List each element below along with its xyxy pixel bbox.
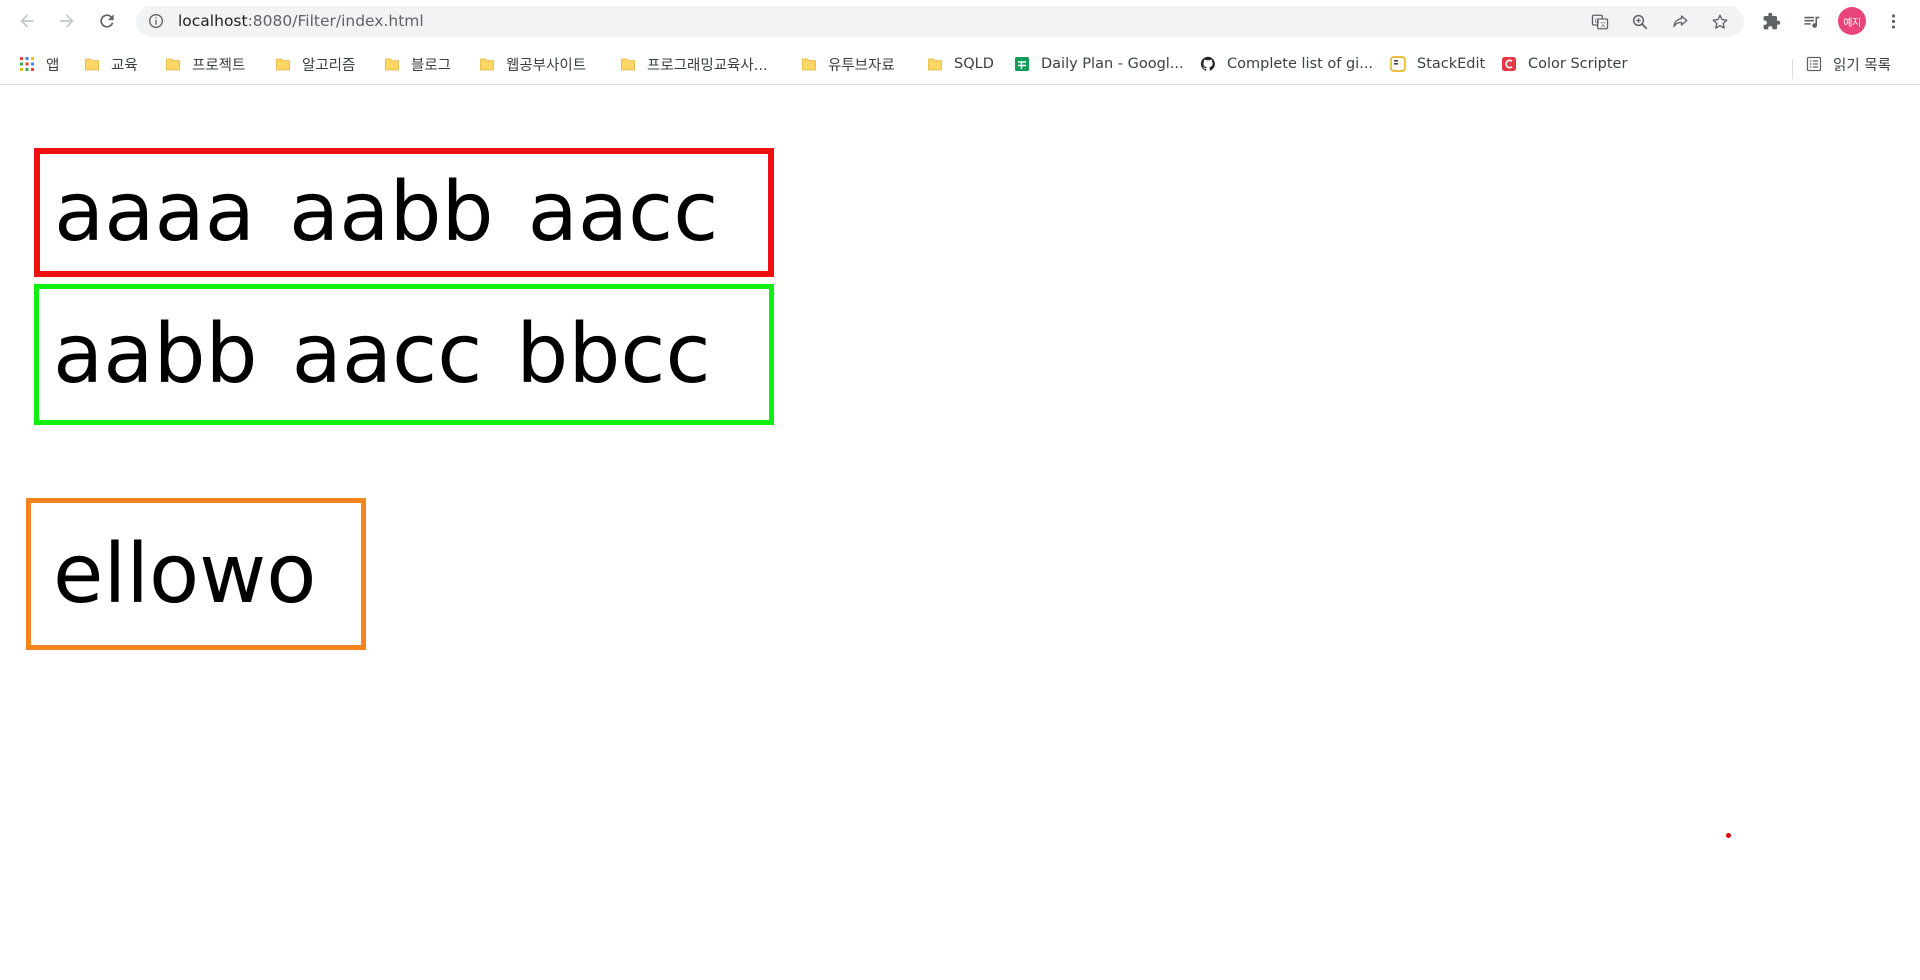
url-path: :8080/Filter/index.html: [247, 12, 424, 30]
share-icon: [1673, 15, 1688, 28]
bookmark-github-list[interactable]: Complete list of gi...: [1200, 51, 1373, 77]
reading-list-icon: [1806, 56, 1822, 72]
folder-icon: [165, 56, 181, 72]
bookmark-label: 블로그: [411, 57, 452, 74]
red-bordered-text-box: aaaa aabb aacc: [34, 148, 774, 277]
bookmark-folder-blog[interactable]: 블로그: [384, 51, 451, 77]
bookmark-folder-youtube[interactable]: 유투브자료: [801, 51, 895, 77]
bookmark-folder-web-study[interactable]: 웹공부사이트: [479, 51, 586, 77]
more-vertical-icon: [1891, 13, 1895, 29]
bookmark-folder-programming-edu[interactable]: 프로그래밍교육사...: [620, 51, 768, 77]
bookmark-folder-education[interactable]: 교육: [84, 51, 138, 77]
box-text: ellowo: [53, 526, 317, 622]
github-icon: [1200, 56, 1216, 72]
url-text[interactable]: localhost:8080/Filter/index.html: [178, 12, 424, 30]
reload-button[interactable]: [94, 8, 120, 34]
folder-icon: [384, 56, 400, 72]
word: aacc: [291, 307, 483, 402]
bookmark-label: 앱: [46, 57, 60, 74]
word: aaaa: [54, 165, 255, 260]
word: aabb: [53, 307, 258, 402]
svg-text:文: 文: [1600, 21, 1606, 29]
bookmark-label: 웹공부사이트: [506, 57, 587, 74]
bookmark-folder-sqld[interactable]: SQLD: [927, 51, 994, 77]
bookmark-label: SQLD: [954, 56, 994, 72]
reload-icon: [100, 14, 114, 28]
stackedit-icon: [1390, 56, 1406, 72]
playlist-music-icon: [1803, 16, 1819, 28]
reading-list-label: 읽기 목록: [1833, 57, 1891, 74]
bookmark-stackedit[interactable]: StackEdit: [1390, 51, 1485, 77]
bookmarks-divider: [1792, 59, 1793, 79]
bookmark-label: Color Scripter: [1528, 56, 1628, 72]
share-button[interactable]: [1670, 12, 1690, 32]
word: aacc: [527, 165, 719, 260]
svg-text:G: G: [1595, 18, 1600, 25]
media-control-button[interactable]: [1800, 10, 1822, 32]
folder-icon: [479, 56, 495, 72]
bookmark-folder-project[interactable]: 프로젝트: [165, 51, 245, 77]
bookmark-folder-algorithm[interactable]: 알고리즘: [275, 51, 355, 77]
folder-icon: [620, 56, 636, 72]
bookmark-label: 교육: [111, 57, 138, 74]
bookmark-label: Complete list of gi...: [1227, 56, 1374, 72]
site-info-icon[interactable]: [148, 13, 164, 29]
orange-bordered-text-box: ellowo: [26, 498, 366, 650]
folder-icon: [927, 56, 943, 72]
bookmark-label: 프로그래밍교육사...: [647, 57, 768, 74]
zoom-button[interactable]: [1630, 12, 1650, 32]
folder-icon: [801, 56, 817, 72]
folder-icon: [275, 56, 291, 72]
cursor-dot: [1726, 833, 1731, 838]
url-host: localhost: [178, 12, 248, 30]
arrow-left-icon: [20, 14, 34, 28]
browser-toolbar: localhost:8080/Filter/index.html G文 예지: [0, 0, 1920, 43]
color-scripter-icon: [1501, 56, 1517, 72]
bookmark-star-button[interactable]: [1710, 12, 1730, 32]
apps-grid-icon: [19, 56, 35, 72]
bookmarks-bar: 앱 교육 프로젝트 알고리즘 블로그 웹공부사이트 프로그래밍교육사... 유투…: [0, 43, 1920, 85]
bookmark-label: StackEdit: [1417, 56, 1486, 72]
bookmark-color-scripter[interactable]: Color Scripter: [1501, 51, 1627, 77]
arrow-right-icon: [60, 14, 74, 28]
menu-button[interactable]: [1882, 10, 1904, 32]
zoom-in-icon: [1632, 14, 1648, 30]
forward-button[interactable]: [54, 8, 80, 34]
bookmark-apps[interactable]: 앱: [19, 51, 59, 77]
bookmark-daily-plan[interactable]: Daily Plan - Googl...: [1014, 51, 1184, 77]
star-icon: [1712, 14, 1728, 29]
extensions-button[interactable]: [1760, 10, 1782, 32]
back-button[interactable]: [14, 8, 40, 34]
folder-icon: [84, 56, 100, 72]
translate-button[interactable]: G文: [1590, 12, 1610, 32]
google-sheets-icon: [1014, 56, 1030, 72]
puzzle-icon: [1763, 12, 1780, 29]
profile-avatar[interactable]: 예지: [1838, 7, 1866, 35]
word: bbcc: [516, 307, 711, 402]
bookmark-label: 알고리즘: [302, 57, 356, 74]
translate-icon: G文: [1591, 14, 1609, 30]
bookmark-label: 유투브자료: [828, 57, 895, 74]
word: aabb: [289, 165, 494, 260]
green-bordered-text-box: aabb aacc bbcc: [34, 284, 774, 425]
address-bar[interactable]: localhost:8080/Filter/index.html G文: [136, 6, 1744, 37]
bookmark-label: Daily Plan - Googl...: [1041, 56, 1184, 72]
bookmark-label: 프로젝트: [192, 57, 246, 74]
reading-list-button[interactable]: 읽기 목록: [1806, 51, 1891, 77]
